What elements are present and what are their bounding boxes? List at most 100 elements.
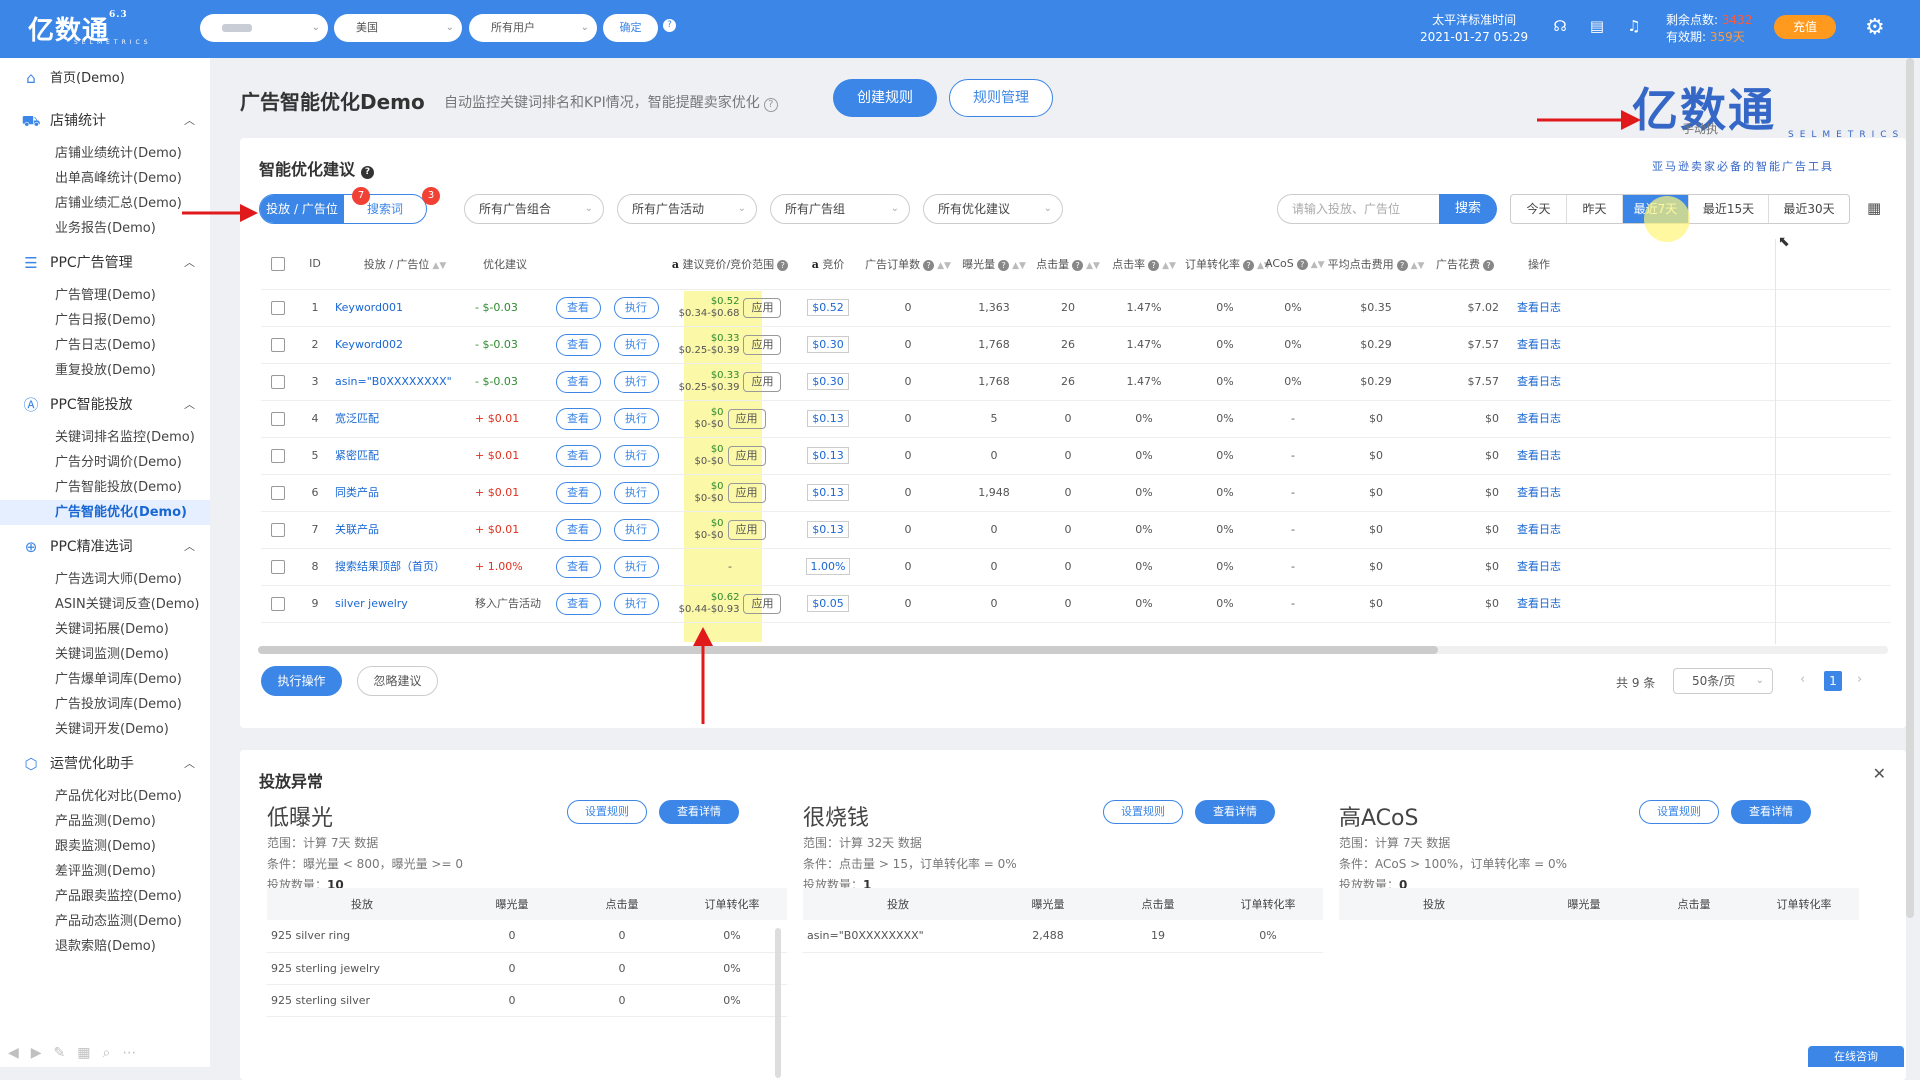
- sidebar-item[interactable]: 退款索赔(Demo): [0, 934, 210, 959]
- col-ctr[interactable]: 点击率? ▲▼: [1103, 239, 1186, 290]
- row-target[interactable]: Keyword002: [335, 326, 475, 364]
- sidebar-group-ops[interactable]: ⬡ 运营优化助手 ︿: [20, 752, 195, 776]
- page-size-select[interactable]: 50条/页 ⌄: [1673, 668, 1773, 694]
- sidebar-item[interactable]: 产品动态监测(Demo): [0, 909, 210, 934]
- row-checkbox[interactable]: [271, 448, 285, 463]
- view-log-link[interactable]: 查看日志: [1517, 412, 1561, 425]
- confirm-button[interactable]: 确定: [603, 14, 658, 42]
- horizontal-scrollbar[interactable]: [258, 646, 1888, 654]
- row-checkbox[interactable]: [271, 337, 285, 352]
- sort-icon[interactable]: ▲▼: [1311, 260, 1325, 270]
- sidebar-item[interactable]: 跟卖监测(Demo): [0, 834, 210, 859]
- row-select-cell[interactable]: [261, 289, 295, 327]
- view-button[interactable]: 查看: [555, 296, 601, 319]
- sidebar-item[interactable]: 业务报告(Demo): [0, 216, 210, 241]
- store-select[interactable]: ⌄: [200, 14, 328, 42]
- apply-button[interactable]: 应用: [743, 371, 782, 392]
- view-detail-button[interactable]: 查看详情: [1731, 800, 1811, 824]
- row-target[interactable]: 关联产品: [335, 511, 475, 549]
- row-select-cell[interactable]: [261, 511, 295, 549]
- view-button[interactable]: 查看: [555, 370, 601, 393]
- row-target[interactable]: 搜索结果顶部（首页）: [335, 548, 475, 586]
- day-last15[interactable]: 最近15天: [1689, 195, 1769, 223]
- view-button[interactable]: 查看: [555, 444, 601, 467]
- day-today[interactable]: 今天: [1511, 195, 1567, 223]
- bell-icon[interactable]: ♫: [1624, 16, 1644, 36]
- gear-icon[interactable]: ⚙: [1865, 15, 1885, 40]
- apply-button[interactable]: 应用: [743, 297, 782, 318]
- view-button[interactable]: 查看: [555, 481, 601, 504]
- bid-value[interactable]: $0.13: [807, 521, 849, 538]
- select-all-checkbox[interactable]: [271, 256, 285, 271]
- sidebar-item[interactable]: 店铺业绩汇总(Demo): [0, 191, 210, 216]
- row-checkbox[interactable]: [271, 596, 285, 611]
- scrollbar-thumb[interactable]: [258, 646, 1438, 654]
- prev-page-icon[interactable]: ‹: [1800, 672, 1805, 687]
- apply-button[interactable]: 应用: [727, 408, 766, 429]
- col-impr[interactable]: 曝光量? ▲▼: [955, 239, 1034, 290]
- sort-icon[interactable]: ▲▼: [1086, 261, 1100, 271]
- day-yesterday[interactable]: 昨天: [1567, 195, 1623, 223]
- sidebar-item[interactable]: 广告分时调价(Demo): [0, 450, 210, 475]
- help-icon[interactable]: ?: [663, 19, 676, 32]
- sidebar-item[interactable]: 关键词排名监控(Demo): [0, 425, 210, 450]
- row-select-cell[interactable]: [261, 400, 295, 438]
- charge-button[interactable]: 充值: [1774, 15, 1836, 39]
- bid-value[interactable]: $0.52: [807, 299, 849, 316]
- bid-value[interactable]: $0.13: [807, 484, 849, 501]
- user-select[interactable]: 所有用户 ⌄: [469, 14, 597, 42]
- help-icon[interactable]: ?: [361, 166, 375, 179]
- sidebar-item[interactable]: 产品监测(Demo): [0, 809, 210, 834]
- bid-value[interactable]: $0.30: [807, 373, 849, 390]
- adgroup-select[interactable]: 所有广告组 ⌄: [770, 194, 910, 224]
- document-icon[interactable]: ▤: [1587, 16, 1607, 36]
- execute-row-button[interactable]: 执行: [613, 555, 659, 578]
- view-log-link[interactable]: 查看日志: [1517, 301, 1561, 314]
- sidebar-item[interactable]: 广告管理(Demo): [0, 283, 210, 308]
- help-icon[interactable]: ?: [1243, 259, 1255, 271]
- view-log-link[interactable]: 查看日志: [1517, 375, 1561, 388]
- sidebar-group-ppc-smart[interactable]: Ⓐ PPC智能投放 ︿: [20, 393, 195, 417]
- app-logo[interactable]: 亿数通6.3 SELMETRICS: [28, 10, 178, 46]
- sidebar-item[interactable]: 店铺业绩统计(Demo): [0, 141, 210, 166]
- row-select-cell[interactable]: [261, 474, 295, 512]
- view-log-link[interactable]: 查看日志: [1517, 338, 1561, 351]
- sidebar-item[interactable]: 广告智能投放(Demo): [0, 475, 210, 500]
- row-select-cell[interactable]: [261, 548, 295, 586]
- execute-row-button[interactable]: 执行: [613, 592, 659, 615]
- apply-button[interactable]: 应用: [727, 519, 766, 540]
- bid-value[interactable]: $0.05: [807, 595, 849, 612]
- row-select-cell[interactable]: [261, 326, 295, 364]
- sidebar-item-home[interactable]: ⌂ 首页(Demo): [20, 66, 195, 90]
- set-rule-button[interactable]: 设置规则: [1103, 800, 1183, 824]
- col-spend[interactable]: 广告花费?: [1431, 239, 1500, 290]
- sort-icon[interactable]: ▲▼: [432, 261, 446, 271]
- row-checkbox[interactable]: [271, 300, 285, 315]
- execute-row-button[interactable]: 执行: [613, 296, 659, 319]
- view-button[interactable]: 查看: [555, 592, 601, 615]
- sidebar-item[interactable]: 广告日报(Demo): [0, 308, 210, 333]
- sidebar-item[interactable]: 广告爆单词库(Demo): [0, 667, 210, 692]
- select-all-cell[interactable]: [261, 239, 295, 290]
- vertical-scrollbar[interactable]: [775, 928, 781, 1078]
- view-detail-button[interactable]: 查看详情: [659, 800, 739, 824]
- row-checkbox[interactable]: [271, 522, 285, 537]
- sidebar-item[interactable]: ASIN关键词反查(Demo): [0, 592, 210, 617]
- row-checkbox[interactable]: [271, 559, 285, 574]
- view-log-link[interactable]: 查看日志: [1517, 597, 1561, 610]
- execute-row-button[interactable]: 执行: [613, 333, 659, 356]
- view-log-link[interactable]: 查看日志: [1517, 486, 1561, 499]
- sidebar-item[interactable]: 出单高峰统计(Demo): [0, 166, 210, 191]
- sidebar-item[interactable]: 重复投放(Demo): [0, 358, 210, 383]
- sidebar-item[interactable]: 关键词开发(Demo): [0, 717, 210, 742]
- view-button[interactable]: 查看: [555, 518, 601, 541]
- sort-icon[interactable]: ▲▼: [1411, 261, 1425, 271]
- set-rule-button[interactable]: 设置规则: [567, 800, 647, 824]
- row-target[interactable]: 宽泛匹配: [335, 400, 475, 438]
- view-log-link[interactable]: 查看日志: [1517, 560, 1561, 573]
- day-last30[interactable]: 最近30天: [1769, 195, 1849, 223]
- row-select-cell[interactable]: [261, 363, 295, 401]
- row-checkbox[interactable]: [271, 485, 285, 500]
- col-orders[interactable]: 广告订单数? ▲▼: [861, 239, 956, 290]
- sort-icon[interactable]: ▲▼: [1012, 261, 1026, 271]
